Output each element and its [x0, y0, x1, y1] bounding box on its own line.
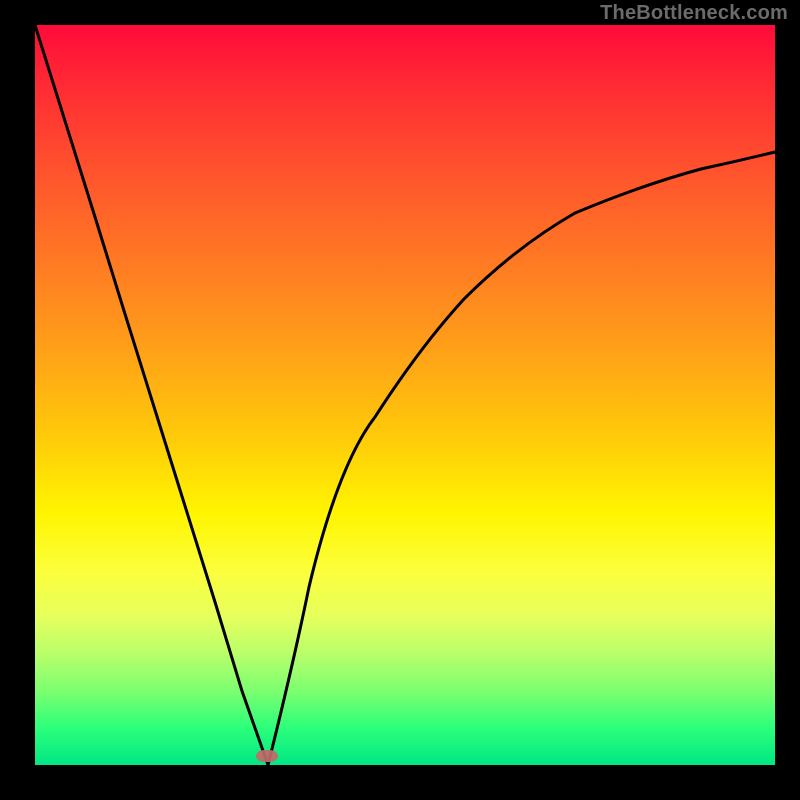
bottleneck-curve	[35, 25, 775, 765]
curve-left-branch	[35, 25, 268, 765]
chart-frame: TheBottleneck.com	[0, 0, 800, 800]
curve-right-branch	[268, 152, 775, 765]
watermark-text: TheBottleneck.com	[600, 2, 788, 25]
plot-area	[35, 25, 775, 765]
cusp-marker	[256, 750, 278, 762]
